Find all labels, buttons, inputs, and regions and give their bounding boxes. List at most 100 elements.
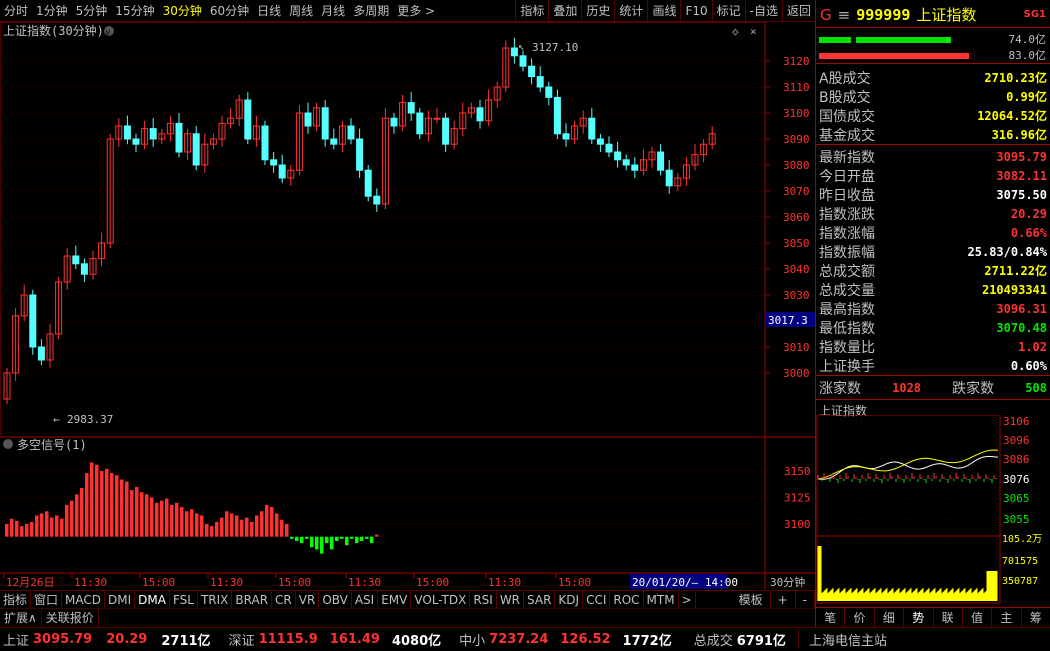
right-tab-2[interactable]: 细 — [875, 608, 905, 627]
right-tab-4[interactable]: 联 — [934, 608, 963, 627]
tool-8[interactable]: 返回 — [781, 0, 815, 22]
period-0[interactable]: 分时 — [0, 0, 32, 22]
right-tab-0[interactable]: 笔 — [816, 608, 846, 627]
signal-bar — [225, 511, 229, 537]
candle — [321, 107, 329, 140]
indicator-tab-21[interactable]: > — [679, 590, 696, 609]
candle — [304, 112, 312, 127]
signal-bar — [95, 464, 99, 537]
signal-bar — [260, 511, 264, 537]
signal-bar — [315, 536, 319, 550]
indicator-right-1[interactable]: + — [771, 590, 796, 609]
x-label-3: 11:30 — [210, 576, 243, 589]
tool-2[interactable]: 历史 — [581, 0, 614, 22]
indicator-tab-5[interactable]: FSL — [170, 590, 198, 609]
indicator-right-2[interactable]: - — [796, 590, 815, 609]
period-7[interactable]: 周线 — [285, 0, 317, 22]
indicator-tab-14[interactable]: RSI — [470, 590, 497, 609]
period-4[interactable]: 30分钟 — [159, 0, 206, 22]
signal-bar — [140, 492, 144, 537]
x-label-1: 11:30 — [74, 576, 107, 589]
mini-y-tick-5: 3055 — [1003, 513, 1030, 526]
period-5[interactable]: 60分钟 — [206, 0, 253, 22]
candle — [665, 169, 673, 187]
tool-3[interactable]: 统计 — [614, 0, 647, 22]
period-6[interactable]: 日线 — [253, 0, 285, 22]
indicator-tab-6[interactable]: TRIX — [198, 590, 233, 609]
quote-panel: G ≡ 999999 上证指数 SG1 74.0亿 83.0亿 A股成交 2710… — [815, 0, 1050, 628]
indicator-tab-10[interactable]: OBV — [319, 590, 352, 609]
indicator-tab-4[interactable]: DMA — [135, 590, 170, 609]
indicator-tab-18[interactable]: CCI — [583, 590, 611, 609]
tool-buttons: 指标 叠加 历史 统计 画线 F10 标记 -自选 返回 — [515, 0, 815, 22]
candle — [123, 125, 131, 140]
sh-index: 3095.79 — [33, 632, 93, 647]
tool-0[interactable]: 指标 — [515, 0, 548, 22]
right-tab-6[interactable]: 主 — [992, 608, 1022, 627]
indicator-tab-0[interactable]: 指标 — [0, 590, 32, 609]
indicator-tab-9[interactable]: VR — [296, 590, 320, 609]
tool-4[interactable]: 画线 — [647, 0, 680, 22]
right-tab-5[interactable]: 值 — [963, 608, 993, 627]
sub-chart-menu-icon[interactable] — [3, 439, 13, 449]
period-2[interactable]: 5分钟 — [72, 0, 112, 22]
tool-5[interactable]: F10 — [680, 0, 711, 22]
close-chart-icon[interactable]: × — [750, 25, 757, 38]
y-tick-1: 3110 — [783, 81, 810, 94]
signal-bar — [360, 536, 364, 541]
tool-6[interactable]: 标记 — [711, 0, 745, 22]
signal-bar — [235, 515, 239, 537]
signal-bar — [130, 490, 134, 537]
candle — [433, 117, 441, 120]
period-8[interactable]: 月线 — [317, 0, 349, 22]
candle — [528, 65, 536, 78]
expand-tab-0[interactable]: 扩展∧ — [0, 608, 42, 627]
sub-chart-title: 多空信号(1) — [17, 438, 87, 452]
indicator-tab-19[interactable]: ROC — [610, 590, 644, 609]
signal-bar — [240, 519, 244, 537]
tool-7[interactable]: -自选 — [744, 0, 782, 22]
kline-chart[interactable]: 上证指数(30分钟) v ◇ × 3120 3110 3100 3090 3080 307… — [0, 22, 815, 590]
mini-y-tick-2: 3086 — [1003, 453, 1030, 466]
mini-intraday-chart[interactable]: 3106 3096 3086 3076 3065 3055 105.2万 701575 3507… — [816, 415, 1050, 605]
candle — [37, 346, 45, 361]
indicator-tab-11[interactable]: ASI — [352, 590, 379, 609]
period-1[interactable]: 1分钟 — [32, 0, 72, 22]
indicator-tab-7[interactable]: BRAR — [232, 590, 273, 609]
indicator-tab-1[interactable]: 窗口 — [31, 590, 63, 609]
indicator-tab-13[interactable]: VOL-TDX — [411, 590, 471, 609]
indicator-tab-16[interactable]: SAR — [524, 590, 556, 609]
indicator-tab-17[interactable]: KDJ — [555, 590, 584, 609]
menu-icon[interactable]: ≡ — [838, 6, 851, 24]
expand-tab-1[interactable]: 关联报价 — [42, 608, 99, 627]
signal-bar — [110, 473, 114, 537]
y-tick-3: 3090 — [783, 133, 810, 146]
candle — [545, 86, 553, 98]
period-9[interactable]: 多周期 — [349, 0, 393, 22]
mini-y-tick-3: 3076 — [1003, 473, 1030, 486]
signal-bar — [185, 511, 189, 537]
indicator-tab-15[interactable]: WR — [497, 590, 525, 609]
right-tab-7[interactable]: 筹 — [1022, 608, 1050, 627]
indicator-tab-3[interactable]: DMI — [105, 590, 136, 609]
right-tab-1[interactable]: 价 — [845, 608, 875, 627]
tool-1[interactable]: 叠加 — [548, 0, 581, 22]
indicator-tab-20[interactable]: MTM — [644, 590, 679, 609]
period-3[interactable]: 15分钟 — [111, 0, 158, 22]
indicator-tab-2[interactable]: MACD — [62, 590, 106, 609]
signal-bar — [45, 511, 49, 537]
sz-amount: 4080亿 — [391, 634, 442, 649]
indicator-tab-12[interactable]: EMV — [378, 590, 412, 609]
signal-bar — [200, 515, 204, 537]
right-tab-3[interactable]: 势 — [904, 608, 934, 627]
quote-row: 昨日收盘 3075.50 — [819, 187, 1047, 204]
period-10[interactable]: 更多 > — [393, 0, 439, 22]
quote-header: G ≡ 999999 上证指数 SG1 — [820, 4, 1046, 25]
y-tick-6: 3060 — [783, 211, 810, 224]
signal-bar — [190, 509, 194, 537]
indicator-tab-8[interactable]: CR — [272, 590, 296, 609]
signal-bar — [115, 475, 119, 537]
indicator-right-0[interactable]: 模板 — [732, 590, 771, 609]
diamond-icon[interactable]: ◇ — [732, 25, 739, 38]
high-price-label: 3127.10 — [532, 41, 578, 54]
